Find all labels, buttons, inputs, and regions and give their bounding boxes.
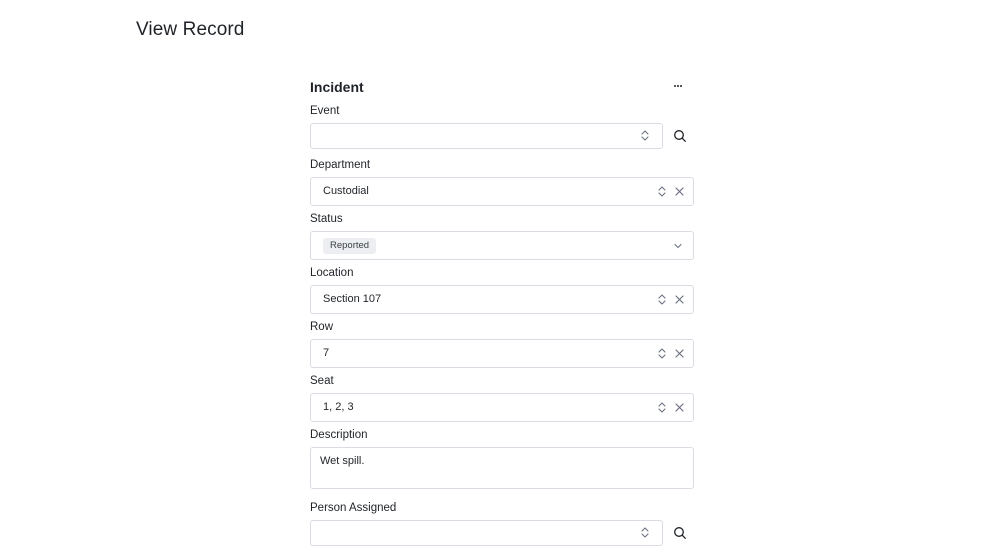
field-person-assigned: Person Assigned [310, 501, 694, 549]
status-label: Status [310, 213, 343, 225]
chevron-updown-icon[interactable] [641, 527, 649, 538]
event-select[interactable] [310, 123, 663, 149]
location-select[interactable]: Section 107 [310, 285, 694, 314]
field-status: Status Reported [310, 212, 694, 260]
chevron-updown-icon[interactable] [658, 402, 666, 413]
event-search-icon[interactable] [673, 129, 687, 143]
chevron-updown-icon[interactable] [658, 186, 666, 197]
clear-icon[interactable] [675, 187, 684, 196]
department-value: Custodial [323, 185, 369, 197]
clear-icon[interactable] [675, 349, 684, 358]
row-label: Row [310, 321, 334, 333]
status-select[interactable]: Reported [310, 231, 694, 260]
chevron-updown-icon[interactable] [641, 130, 649, 141]
description-textarea[interactable]: Wet spill. [310, 447, 694, 489]
field-description: Description Wet spill. [310, 428, 694, 489]
row-value: 7 [323, 347, 330, 359]
row-select[interactable]: 7 [310, 339, 694, 368]
field-seat: Seat 1, 2, 3 [310, 374, 694, 422]
chevron-down-icon[interactable] [674, 243, 682, 249]
department-label: Department [310, 159, 371, 171]
field-row: Row 7 [310, 320, 694, 368]
incident-form: Incident Event Department Custodial Stat… [310, 78, 694, 555]
chevron-updown-icon[interactable] [658, 294, 666, 305]
event-label: Event [310, 105, 340, 117]
chevron-updown-icon[interactable] [658, 348, 666, 359]
clear-icon[interactable] [675, 403, 684, 412]
location-value: Section 107 [323, 293, 382, 305]
clear-icon[interactable] [675, 295, 684, 304]
status-badge: Reported [323, 238, 377, 254]
field-event: Event [310, 104, 694, 152]
department-select[interactable]: Custodial [310, 177, 694, 206]
more-options-button[interactable] [671, 78, 685, 94]
field-department: Department Custodial [310, 158, 694, 206]
description-value: Wet spill. [320, 455, 365, 467]
description-label: Description [310, 429, 368, 441]
field-location: Location Section 107 [310, 266, 694, 314]
page-title: View Record [136, 19, 245, 40]
location-label: Location [310, 267, 354, 279]
person-assigned-select[interactable] [310, 520, 663, 546]
seat-select[interactable]: 1, 2, 3 [310, 393, 694, 422]
ellipsis-icon [673, 85, 676, 87]
form-header: Incident [310, 78, 694, 96]
person-assigned-label: Person Assigned [310, 502, 397, 514]
form-title: Incident [310, 79, 364, 95]
seat-value: 1, 2, 3 [323, 401, 354, 413]
person-search-icon[interactable] [673, 526, 687, 540]
seat-label: Seat [310, 375, 334, 387]
